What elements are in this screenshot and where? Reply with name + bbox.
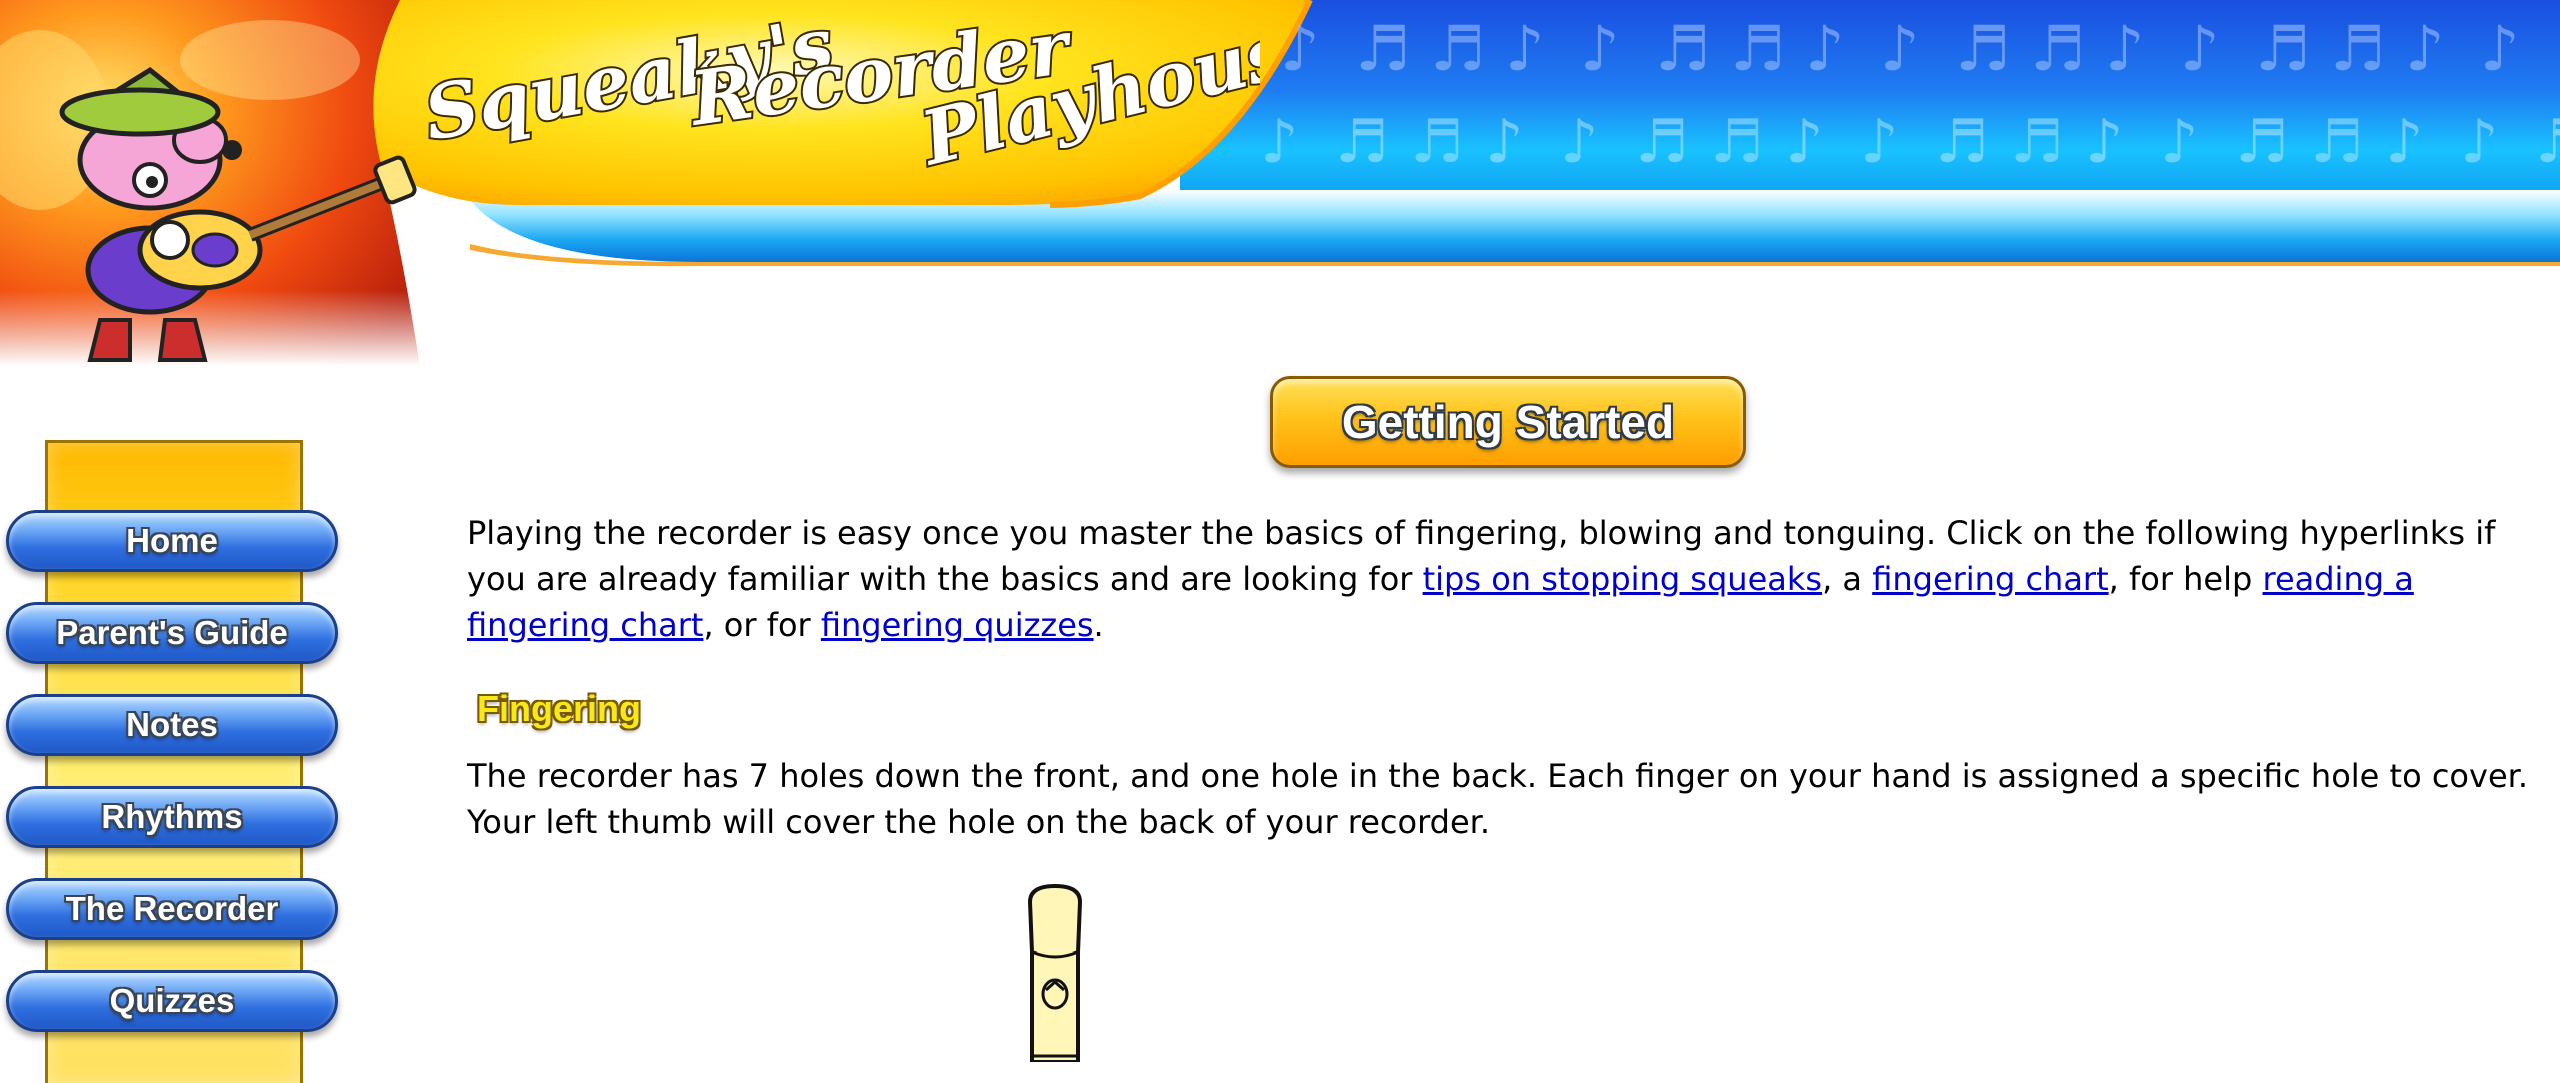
fingering-heading: Fingering	[477, 688, 641, 729]
music-note-icon: ♪	[2160, 107, 2198, 177]
intro-text-5: .	[1093, 606, 1104, 644]
nav-button-notes[interactable]: Notes	[6, 694, 338, 756]
music-note-icon: ♬	[1710, 107, 1764, 177]
music-note-icon: ♪	[1505, 12, 1545, 85]
nav-button-home[interactable]: Home	[6, 510, 338, 572]
sidebar-nav: Home Parent's Guide Notes Rhythms The Re…	[0, 440, 350, 1083]
music-note-icon: ♪	[2085, 107, 2123, 177]
intro-text-3: , for help	[2108, 560, 2263, 598]
music-note-icon: ♪	[2480, 12, 2520, 85]
music-note-icon: ♬	[2030, 12, 2086, 85]
site-title-logo: Squeaky's Recorder Playhouse	[420, 15, 1260, 185]
nav-button-quizzes[interactable]: Quizzes	[6, 970, 338, 1032]
music-notes-pattern: ♪♬♪♬♬♪♬♪♪♬♪♬♬♪♬♪♪♬♪♬♬♪♬♪♪♬♪♬♬♪♬♪♪♬♪♬	[1260, 12, 2560, 177]
music-note-icon: ♬	[1935, 107, 1989, 177]
music-note-icon: ♪	[1785, 107, 1823, 177]
music-note-icon: ♬	[1955, 12, 2011, 85]
nav-label-rhythms: Rhythms	[101, 798, 243, 835]
music-note-icon: ♬	[2330, 12, 2386, 85]
music-note-icon: ♬	[2310, 107, 2364, 177]
intro-text-2: , a	[1822, 560, 1873, 598]
nav-label-quizzes: Quizzes	[109, 982, 235, 1019]
music-note-icon: ♬	[1730, 12, 1786, 85]
nav-button-rhythms[interactable]: Rhythms	[6, 786, 338, 848]
music-note-icon: ♪	[1580, 12, 1620, 85]
music-note-icon: ♬	[1410, 107, 1464, 177]
link-tips-on-stopping-squeaks[interactable]: tips on stopping squeaks	[1423, 560, 1822, 598]
intro-paragraph: Playing the recorder is easy once you ma…	[467, 510, 2557, 648]
music-note-icon: ♪	[1880, 12, 1920, 85]
music-note-icon: ♬	[2535, 107, 2560, 177]
music-note-icon: ♪	[2405, 12, 2445, 85]
section-title: Getting Started	[1341, 396, 1675, 448]
music-note-icon: ♪	[2385, 107, 2423, 177]
music-note-icon: ♬	[2255, 12, 2311, 85]
music-note-icon: ♬	[2555, 12, 2560, 85]
music-note-icon: ♪	[1260, 107, 1298, 177]
music-note-icon: ♬	[1430, 12, 1486, 85]
music-note-icon: ♬	[1635, 107, 1689, 177]
nav-button-parents-guide[interactable]: Parent's Guide	[6, 602, 338, 664]
music-note-icon: ♪	[1485, 107, 1523, 177]
nav-label-parents-guide: Parent's Guide	[56, 614, 288, 651]
music-note-icon: ♪	[2105, 12, 2145, 85]
main-content: Getting Started Playing the recorder is …	[467, 370, 2560, 1062]
music-note-icon: ♬	[1655, 12, 1711, 85]
music-note-icon: ♪	[1560, 107, 1598, 177]
link-fingering-chart[interactable]: fingering chart	[1872, 560, 2108, 598]
music-note-icon: ♬	[2010, 107, 2064, 177]
music-note-icon: ♪	[1280, 12, 1320, 85]
music-note-icon: ♪	[2180, 12, 2220, 85]
fingering-paragraph: The recorder has 7 holes down the front,…	[467, 757, 2529, 841]
music-note-icon: ♪	[1860, 107, 1898, 177]
music-note-icon: ♬	[2235, 107, 2289, 177]
music-note-icon: ♬	[1355, 12, 1411, 85]
recorder-illustration	[1027, 883, 1083, 1062]
header-banner: Squeaky's Recorder Playhouse ♪ ♬ ♪ ♬ ♬ ♪ ♬ ♪ ♪ ♬ ♪…	[0, 0, 2560, 366]
music-note-icon: ♪	[2460, 107, 2498, 177]
music-note-icon: ♬	[1335, 107, 1389, 177]
nav-label-the-recorder: The Recorder	[65, 890, 279, 927]
nav-label-notes: Notes	[126, 706, 218, 743]
section-title-button: Getting Started	[1270, 376, 1746, 468]
intro-text-4: , or for	[703, 606, 821, 644]
music-note-icon: ♪	[1805, 12, 1845, 85]
nav-label-home: Home	[126, 522, 218, 559]
nav-button-the-recorder[interactable]: The Recorder	[6, 878, 338, 940]
link-fingering-quizzes[interactable]: fingering quizzes	[821, 606, 1094, 644]
